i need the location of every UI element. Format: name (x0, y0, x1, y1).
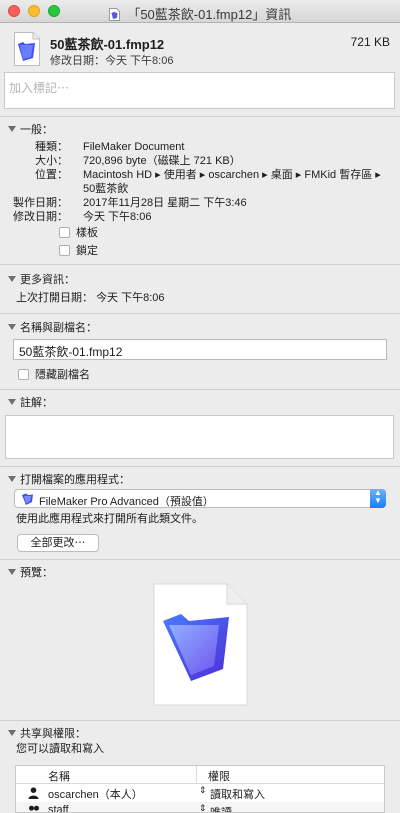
divider (0, 466, 400, 467)
group-icon (29, 805, 39, 811)
created-label: 製作日期： (13, 197, 68, 209)
file-preview-icon (153, 583, 248, 706)
template-label: 樣板 (76, 227, 98, 239)
last-opened-label: 上次打開日期： (16, 292, 93, 304)
change-all-button[interactable]: 全部更改⋯ (17, 534, 99, 552)
preview-title: 預覽： (20, 567, 53, 579)
checkbox-box[interactable] (18, 369, 29, 380)
table-row[interactable]: staff ⇕ 唯讀 (16, 802, 384, 813)
modified-label: 修改日期： (50, 55, 105, 67)
open-with-note: 使用此應用程式來打開所有此類文件。 (16, 513, 203, 525)
divider (0, 720, 400, 721)
size-value: 720,896 byte（磁碟上 721 KB） (83, 155, 241, 167)
comments-field[interactable] (5, 415, 394, 459)
last-opened-value: 今天 下午8:06 (96, 292, 165, 304)
modified-value: 今天 下午8:06 (105, 55, 174, 67)
open-with-app-label: FileMaker Pro Advanced（預設值） (39, 496, 214, 508)
location-value-line2: 50藍茶飲 (83, 183, 129, 195)
tags-input[interactable]: 加入標記⋯ (4, 72, 395, 109)
divider (0, 313, 400, 314)
locked-label: 鎖定 (76, 245, 98, 257)
column-header-privilege[interactable]: 權限 (208, 768, 230, 784)
more-info-title: 更多資訊： (20, 274, 75, 286)
location-value: Macintosh HD ▸ 使用者 ▸ oscarchen ▸ 桌面 ▸ FM… (83, 169, 381, 181)
location-row: 位置： Macintosh HD ▸ 使用者 ▸ oscarchen ▸ 桌面 … (8, 168, 398, 198)
filemaker-app-icon (22, 493, 33, 505)
locked-checkbox[interactable]: 鎖定 (59, 244, 98, 259)
window-title-wrap: 「50藍茶飲-01.fmp12」資訊 (0, 4, 400, 23)
table-row[interactable]: oscarchen（本人） ⇕ 讀取和寫入 (16, 784, 384, 802)
general-modified-value: 今天 下午8:06 (83, 211, 152, 223)
user-icon (28, 787, 39, 799)
hide-extension-checkbox[interactable]: 隱藏副檔名 (18, 368, 90, 383)
column-header-name[interactable]: 名稱 (48, 768, 70, 784)
group-privilege: 唯讀 (210, 807, 232, 813)
created-value: 2017年11月28日 星期二 下午3:46 (83, 197, 247, 209)
file-name: 50藍茶飲-01.fmp12 (50, 37, 165, 52)
more-info-section-header[interactable]: 更多資訊： (8, 271, 75, 287)
user-privilege: 讀取和寫入 (210, 789, 265, 801)
window-title: 「50藍茶飲-01.fmp12」資訊 (127, 7, 292, 22)
disclosure-triangle-icon[interactable] (8, 399, 16, 405)
title-bar[interactable]: 「50藍茶飲-01.fmp12」資訊 (0, 0, 400, 23)
open-with-title: 打開檔案的應用程式： (20, 474, 130, 486)
sharing-note: 您可以讀取和寫入 (16, 743, 104, 755)
privilege-stepper-icon[interactable]: ⇕ (199, 803, 207, 812)
file-name-field[interactable]: 50藍茶飲-01.fmp12 (13, 339, 387, 360)
divider (0, 559, 400, 560)
user-name: oscarchen（本人） (48, 789, 143, 801)
disclosure-triangle-icon[interactable] (8, 569, 16, 575)
sharing-section-header[interactable]: 共享與權限： (8, 725, 86, 741)
kind-value: FileMaker Document (83, 141, 185, 153)
location-label: 位置： (35, 169, 68, 181)
open-with-app-select[interactable]: FileMaker Pro Advanced（預設值） ▲ ▼ (14, 489, 386, 508)
checkbox-box[interactable] (59, 227, 70, 238)
disclosure-triangle-icon[interactable] (8, 730, 16, 736)
general-title: 一般： (20, 124, 53, 136)
privilege-stepper-icon[interactable]: ⇕ (199, 785, 207, 796)
sharing-title: 共享與權限： (20, 728, 86, 740)
file-modified: 修改日期：今天 下午8:06 (50, 52, 173, 68)
disclosure-triangle-icon[interactable] (8, 476, 16, 482)
divider (0, 389, 400, 390)
divider (0, 264, 400, 265)
comments-section-header[interactable]: 註解： (8, 394, 53, 410)
name-ext-title: 名稱與副檔名： (20, 322, 97, 334)
column-divider (196, 766, 197, 783)
comments-title: 註解： (20, 397, 53, 409)
disclosure-triangle-icon[interactable] (8, 276, 16, 282)
preview-section-header[interactable]: 預覽： (8, 564, 53, 580)
file-size: 721 KB (350, 35, 390, 49)
permissions-table: 名稱 權限 oscarchen（本人） ⇕ 讀取和寫入 staff ⇕ 唯讀 (15, 765, 385, 813)
size-label: 大小： (35, 155, 68, 167)
filemaker-file-icon (14, 32, 40, 66)
divider (0, 116, 400, 117)
table-header: 名稱 權限 (16, 766, 384, 784)
hide-extension-label: 隱藏副檔名 (35, 369, 90, 381)
document-icon (108, 8, 120, 21)
open-with-section-header[interactable]: 打開檔案的應用程式： (8, 471, 130, 487)
name-ext-section-header[interactable]: 名稱與副檔名： (8, 319, 97, 335)
general-section-header[interactable]: 一般： (8, 121, 53, 137)
kind-label: 種類： (35, 141, 68, 153)
modified-row: 修改日期： 今天 下午8:06 (8, 210, 398, 226)
last-opened-row: 上次打開日期： 今天 下午8:06 (16, 291, 165, 306)
disclosure-triangle-icon[interactable] (8, 324, 16, 330)
general-modified-label: 修改日期： (13, 211, 68, 223)
template-checkbox[interactable]: 樣板 (59, 226, 98, 241)
info-window: 「50藍茶飲-01.fmp12」資訊 50藍茶飲-01.fmp12 721 KB… (0, 0, 400, 813)
popup-arrows-icon[interactable]: ▲ ▼ (370, 489, 386, 508)
group-name: staff (48, 804, 69, 813)
disclosure-triangle-icon[interactable] (8, 126, 16, 132)
checkbox-box[interactable] (59, 245, 70, 256)
